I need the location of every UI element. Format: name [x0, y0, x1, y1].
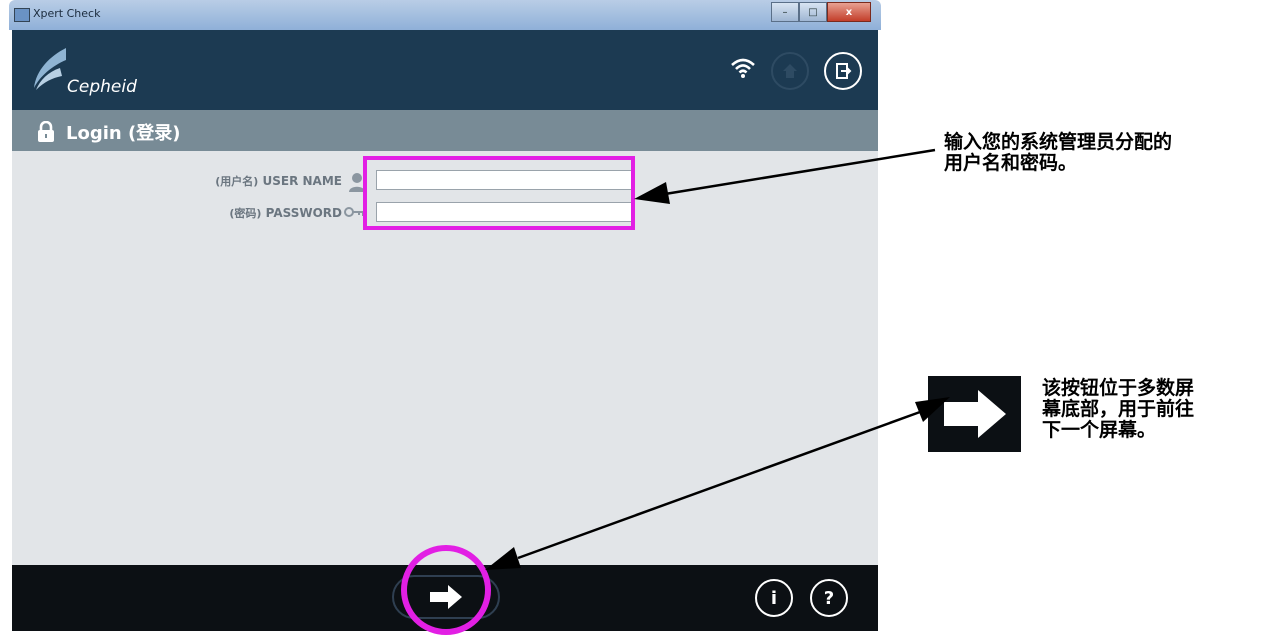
- callout-arrowhead: [485, 547, 521, 570]
- callout-arrowhead: [915, 397, 950, 422]
- callout-arrowhead: [634, 182, 670, 204]
- callout-arrows: [485, 148, 950, 570]
